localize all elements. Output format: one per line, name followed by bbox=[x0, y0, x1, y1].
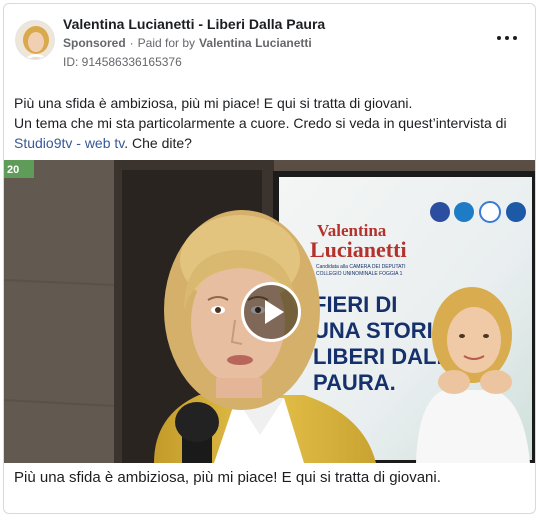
poster-last-name: Lucianetti bbox=[310, 237, 407, 262]
profile-avatar[interactable] bbox=[15, 20, 55, 60]
poster-subtitle-1: Candidata alla CAMERA DEI DEPUTATI bbox=[316, 264, 406, 270]
ad-card: Valentina Lucianetti - Liberi Dalla Paur… bbox=[3, 3, 536, 514]
poster-slogan-4: PAURA. bbox=[313, 370, 396, 395]
separator-dot: · bbox=[129, 36, 134, 50]
body-line-2: Un tema che mi sta particolarmente a cuo… bbox=[14, 115, 507, 131]
more-dot bbox=[513, 36, 517, 40]
post-header: Valentina Lucianetti - Liberi Dalla Paur… bbox=[4, 4, 535, 80]
microphone bbox=[175, 402, 219, 442]
video-caption: Più una sfida è ambiziosa, più mi piace!… bbox=[14, 469, 441, 486]
post-body-text: Più una sfida è ambiziosa, più mi piace!… bbox=[14, 93, 526, 153]
avatar-image bbox=[16, 21, 54, 59]
paid-for-by-label: Paid for by bbox=[137, 36, 196, 50]
sign-number: 20 bbox=[7, 164, 19, 176]
sponsored-line: Sponsored · Paid for by Valentina Lucian… bbox=[63, 36, 312, 50]
more-dot bbox=[497, 36, 501, 40]
sponsored-label[interactable]: Sponsored bbox=[63, 36, 126, 50]
studio9tv-link[interactable]: Studio9tv - web tv bbox=[14, 135, 124, 151]
body-line-3: Studio9tv - web tv. Che dite? bbox=[14, 133, 526, 153]
more-dot bbox=[505, 36, 509, 40]
body-line-1: Più una sfida è ambiziosa, più mi piace!… bbox=[14, 95, 413, 111]
play-icon[interactable] bbox=[241, 282, 301, 342]
play-triangle bbox=[265, 300, 284, 324]
body-line-3-rest: . Che dite? bbox=[124, 135, 192, 151]
video-player[interactable]: 20 Valentina Lucianetti Candidata alla C… bbox=[4, 160, 535, 463]
paid-for-by-name: Valentina Lucianetti bbox=[199, 36, 312, 50]
poster-slogan-1: FIERI DI bbox=[313, 292, 397, 317]
more-options-icon[interactable] bbox=[497, 30, 517, 46]
poster-subtitle-2: COLLEGIO UNINOMINALE FOGGIA 1 bbox=[316, 271, 403, 277]
ad-id: ID: 914586336165376 bbox=[63, 55, 182, 69]
page-name[interactable]: Valentina Lucianetti - Liberi Dalla Paur… bbox=[63, 16, 325, 32]
